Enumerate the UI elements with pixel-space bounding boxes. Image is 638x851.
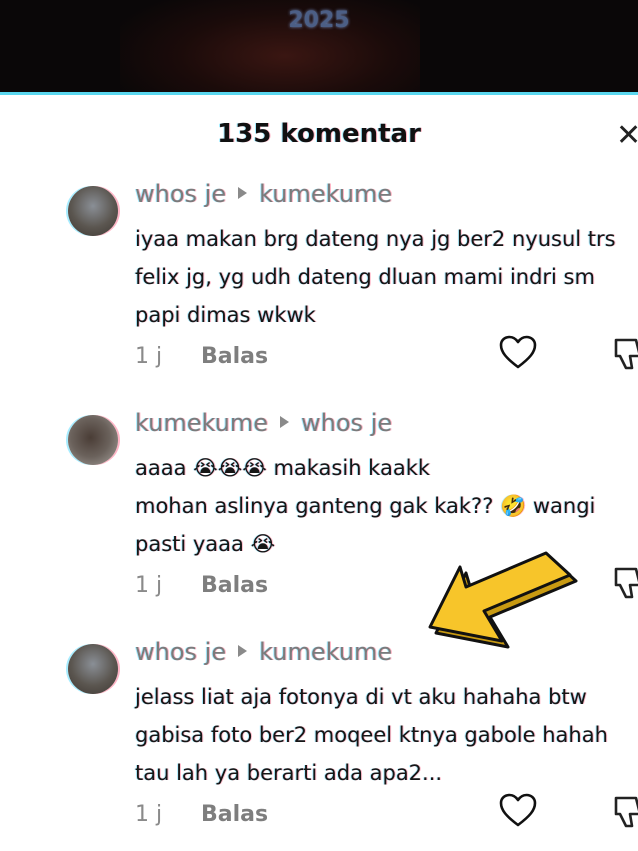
reply-button[interactable]: Balas: [201, 573, 268, 598]
comment-count-title: 135 komentar: [217, 119, 421, 149]
comment-text-line: tau lah ya berarti ada apa2...: [135, 761, 443, 785]
dislike-icon[interactable]: [612, 794, 638, 830]
comment-author-line[interactable]: kumekume whos je: [135, 409, 392, 437]
comment-author[interactable]: whos je: [135, 638, 226, 666]
heart-icon[interactable]: [498, 334, 538, 370]
comment-text-line: felix jg, yg udh dateng dluan mami indri…: [135, 265, 595, 289]
heart-icon[interactable]: [498, 792, 538, 828]
comment-time: 1 j: [135, 573, 163, 598]
comment-reply-to[interactable]: kumekume: [259, 638, 392, 666]
avatar[interactable]: [68, 415, 118, 465]
comment-author[interactable]: kumekume: [135, 409, 268, 437]
reply-to-arrow-icon: [238, 645, 248, 657]
comment-author[interactable]: whos je: [135, 180, 226, 208]
close-icon[interactable]: ✕: [616, 121, 638, 151]
comment-text-line: mohan aslinya ganteng gak kak?? 🤣 wangi: [135, 494, 596, 518]
comment-text: jelass liat aja fotonya di vt aku hahaha…: [135, 678, 638, 792]
comment-time: 1 j: [135, 802, 163, 827]
reply-button[interactable]: Balas: [201, 802, 268, 827]
comment-text-line: jelass liat aja fotonya di vt aku hahaha…: [135, 685, 587, 709]
avatar[interactable]: [68, 644, 118, 694]
video-preview[interactable]: 2025: [0, 0, 638, 92]
comment-reply-to[interactable]: whos je: [301, 409, 392, 437]
comment-author-line[interactable]: whos je kumekume: [135, 180, 392, 208]
comment-author-line[interactable]: whos je kumekume: [135, 638, 392, 666]
dislike-icon[interactable]: [612, 565, 638, 601]
yellow-arrow-sticker: [428, 551, 578, 649]
comment-meta: 1 j Balas: [135, 802, 268, 827]
comment-text-line: iyaa makan brg dateng nya jg ber2 nyusul…: [135, 227, 616, 251]
reply-to-arrow-icon: [280, 416, 290, 428]
comment-meta: 1 j Balas: [135, 573, 268, 598]
dislike-icon[interactable]: [612, 336, 638, 372]
reply-to-arrow-icon: [238, 187, 248, 199]
avatar[interactable]: [68, 186, 118, 236]
comments-header: 135 komentar ✕: [0, 95, 638, 175]
comment-item: whos je kumekume jelass liat aja fotonya …: [0, 638, 638, 851]
comment-text-line: gabisa foto ber2 moqeel ktnya gabole hah…: [135, 723, 608, 747]
comment-reply-to[interactable]: kumekume: [259, 180, 392, 208]
comment-text: iyaa makan brg dateng nya jg ber2 nyusul…: [135, 220, 638, 334]
video-year-text: 2025: [288, 8, 350, 33]
comment-time: 1 j: [135, 344, 163, 369]
reply-button[interactable]: Balas: [201, 344, 268, 369]
comment-item: whos je kumekume iyaa makan brg dateng ny…: [0, 180, 638, 380]
comment-text-line: papi dimas wkwk: [135, 303, 316, 327]
comment-text-line: aaaa 😭😭😭 makasih kaakk: [135, 456, 431, 480]
comment-meta: 1 j Balas: [135, 344, 268, 369]
